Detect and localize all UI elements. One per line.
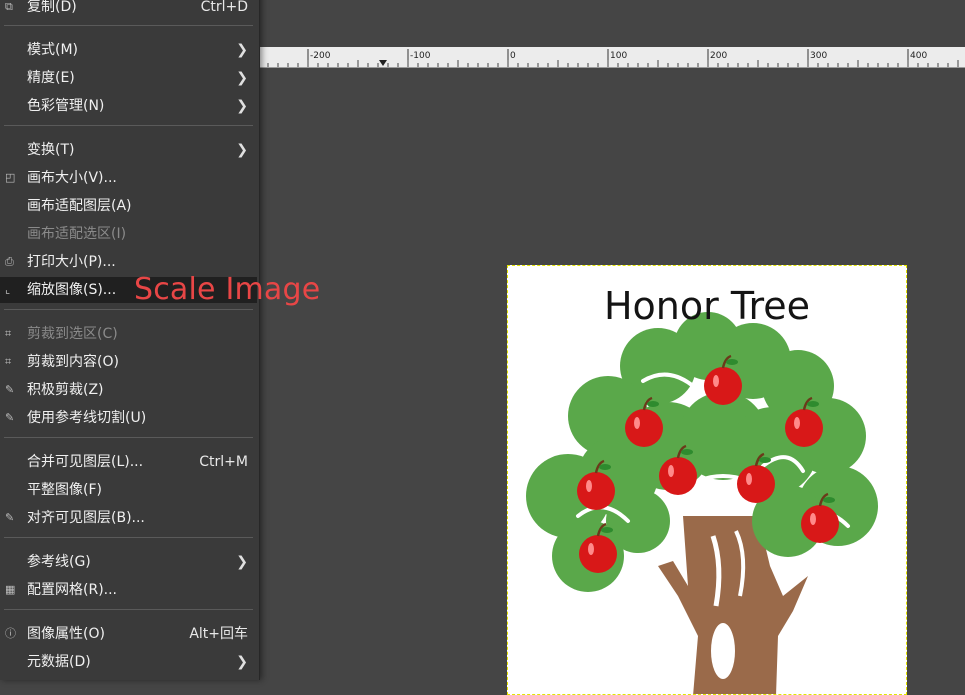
printer-icon: ⎙ — [5, 255, 14, 268]
menu-accelerator: Alt+回车 — [189, 626, 248, 642]
menu-item-fit-canvas-selection: 画布适配选区(I) — [0, 221, 257, 247]
scale-image-icon: ⌞ — [5, 283, 11, 296]
menu-item-crop-to-content[interactable]: ⌗ 剪裁到内容(O) — [0, 349, 257, 375]
plugin-icon: ✎ — [5, 383, 15, 396]
menu-label: 色彩管理(N) — [27, 98, 105, 114]
menu-label: 配置网格(R)... — [27, 582, 118, 598]
ruler-label: 200 — [710, 51, 727, 61]
menu-separator — [4, 309, 253, 310]
menu-separator — [4, 609, 253, 610]
canvas-size-icon: ◰ — [5, 171, 16, 184]
menu-item-color-management[interactable]: 色彩管理(N) ❯ — [0, 93, 257, 119]
menu-separator — [4, 125, 253, 126]
ruler-label: 300 — [810, 51, 827, 61]
menu-separator — [4, 25, 253, 26]
image-canvas[interactable]: Honor Tree — [507, 265, 907, 695]
ruler-label: 100 — [610, 51, 627, 61]
honor-tree-illustration — [526, 312, 878, 694]
menu-item-align-visible[interactable]: ✎ 对齐可见图层(B)... — [0, 505, 257, 531]
ruler-label: 0 — [510, 51, 516, 61]
menu-item-fit-canvas-layers[interactable]: 画布适配图层(A) — [0, 193, 257, 219]
menu-label: 平整图像(F) — [27, 482, 102, 498]
menu-label: 参考线(G) — [27, 554, 91, 570]
submenu-arrow-icon: ❯ — [236, 42, 248, 58]
grid-icon: ▦ — [5, 583, 16, 596]
menu-item-canvas-size[interactable]: ◰ 画布大小(V)... — [0, 165, 257, 191]
menu-label: 剪裁到内容(O) — [27, 354, 119, 370]
menu-label: 打印大小(P)... — [27, 254, 116, 270]
menu-item-guides[interactable]: 参考线(G) ❯ — [0, 549, 257, 575]
submenu-arrow-icon: ❯ — [236, 554, 248, 570]
scale-image-annotation: Scale Image — [134, 272, 321, 307]
ruler-label: -100 — [410, 51, 431, 61]
menu-label: 积极剪裁(Z) — [27, 382, 104, 398]
menu-item-mode[interactable]: 模式(M) ❯ — [0, 37, 257, 63]
menu-label: 合并可见图层(L)... — [27, 454, 144, 470]
menu-label: 精度(E) — [27, 70, 75, 86]
info-icon: ⓘ — [5, 627, 16, 640]
menu-item-flatten[interactable]: 平整图像(F) — [0, 477, 257, 503]
menu-label: 画布适配选区(I) — [27, 226, 127, 242]
menu-label: 缩放图像(S)... — [27, 282, 117, 298]
menu-label: 图像属性(O) — [27, 626, 105, 642]
crop-icon: ⌗ — [5, 355, 12, 368]
duplicate-icon: ⧉ — [5, 0, 13, 13]
menu-separator — [4, 537, 253, 538]
menu-accelerator: Ctrl+D — [200, 0, 248, 15]
menu-label: 复制(D) — [27, 0, 77, 15]
ruler-pointer-marker — [379, 60, 387, 66]
ruler-label: 400 — [910, 51, 927, 61]
menu-item-transform[interactable]: 变换(T) ❯ — [0, 137, 257, 163]
plugin-icon: ✎ — [5, 511, 15, 524]
submenu-arrow-icon: ❯ — [236, 98, 248, 114]
submenu-arrow-icon: ❯ — [236, 654, 248, 670]
ruler-label: -200 — [310, 51, 331, 61]
image-title-text: Honor Tree — [603, 284, 811, 328]
plugin-icon: ✎ — [5, 411, 15, 424]
submenu-arrow-icon: ❯ — [236, 70, 248, 86]
menu-item-zealous-crop[interactable]: ✎ 积极剪裁(Z) — [0, 377, 257, 403]
menu-item-merge-visible[interactable]: 合并可见图层(L)... Ctrl+M — [0, 449, 257, 475]
menu-item-precision[interactable]: 精度(E) ❯ — [0, 65, 257, 91]
menu-label: 使用参考线切割(U) — [27, 410, 147, 426]
horizontal-ruler[interactable]: -200 -100 0 100 200 300 400 — [258, 47, 965, 68]
menu-item-duplicate[interactable]: ⧉ 复制(D) Ctrl+D — [0, 0, 257, 20]
menu-label: 剪裁到选区(C) — [27, 326, 118, 342]
menu-label: 画布大小(V)... — [27, 170, 117, 186]
menu-label: 模式(M) — [27, 42, 79, 58]
menu-label: 画布适配图层(A) — [27, 198, 132, 214]
image-menu: ⧉ 复制(D) Ctrl+D 模式(M) ❯ 精度(E) ❯ 色彩管理(N) ❯… — [0, 0, 260, 680]
menu-label: 对齐可见图层(B)... — [27, 510, 145, 526]
menu-item-crop-to-selection: ⌗ 剪裁到选区(C) — [0, 321, 257, 347]
menu-item-slice-guides[interactable]: ✎ 使用参考线切割(U) — [0, 405, 257, 431]
submenu-arrow-icon: ❯ — [236, 142, 248, 158]
menu-accelerator: Ctrl+M — [199, 454, 248, 470]
menu-label: 变换(T) — [27, 142, 75, 158]
menu-item-configure-grid[interactable]: ▦ 配置网格(R)... — [0, 577, 257, 603]
menu-separator — [4, 437, 253, 438]
crop-icon: ⌗ — [5, 327, 12, 340]
menu-label: 元数据(D) — [27, 654, 91, 670]
menu-item-metadata[interactable]: 元数据(D) ❯ — [0, 649, 257, 675]
menu-item-image-properties[interactable]: ⓘ 图像属性(O) Alt+回车 — [0, 621, 257, 647]
